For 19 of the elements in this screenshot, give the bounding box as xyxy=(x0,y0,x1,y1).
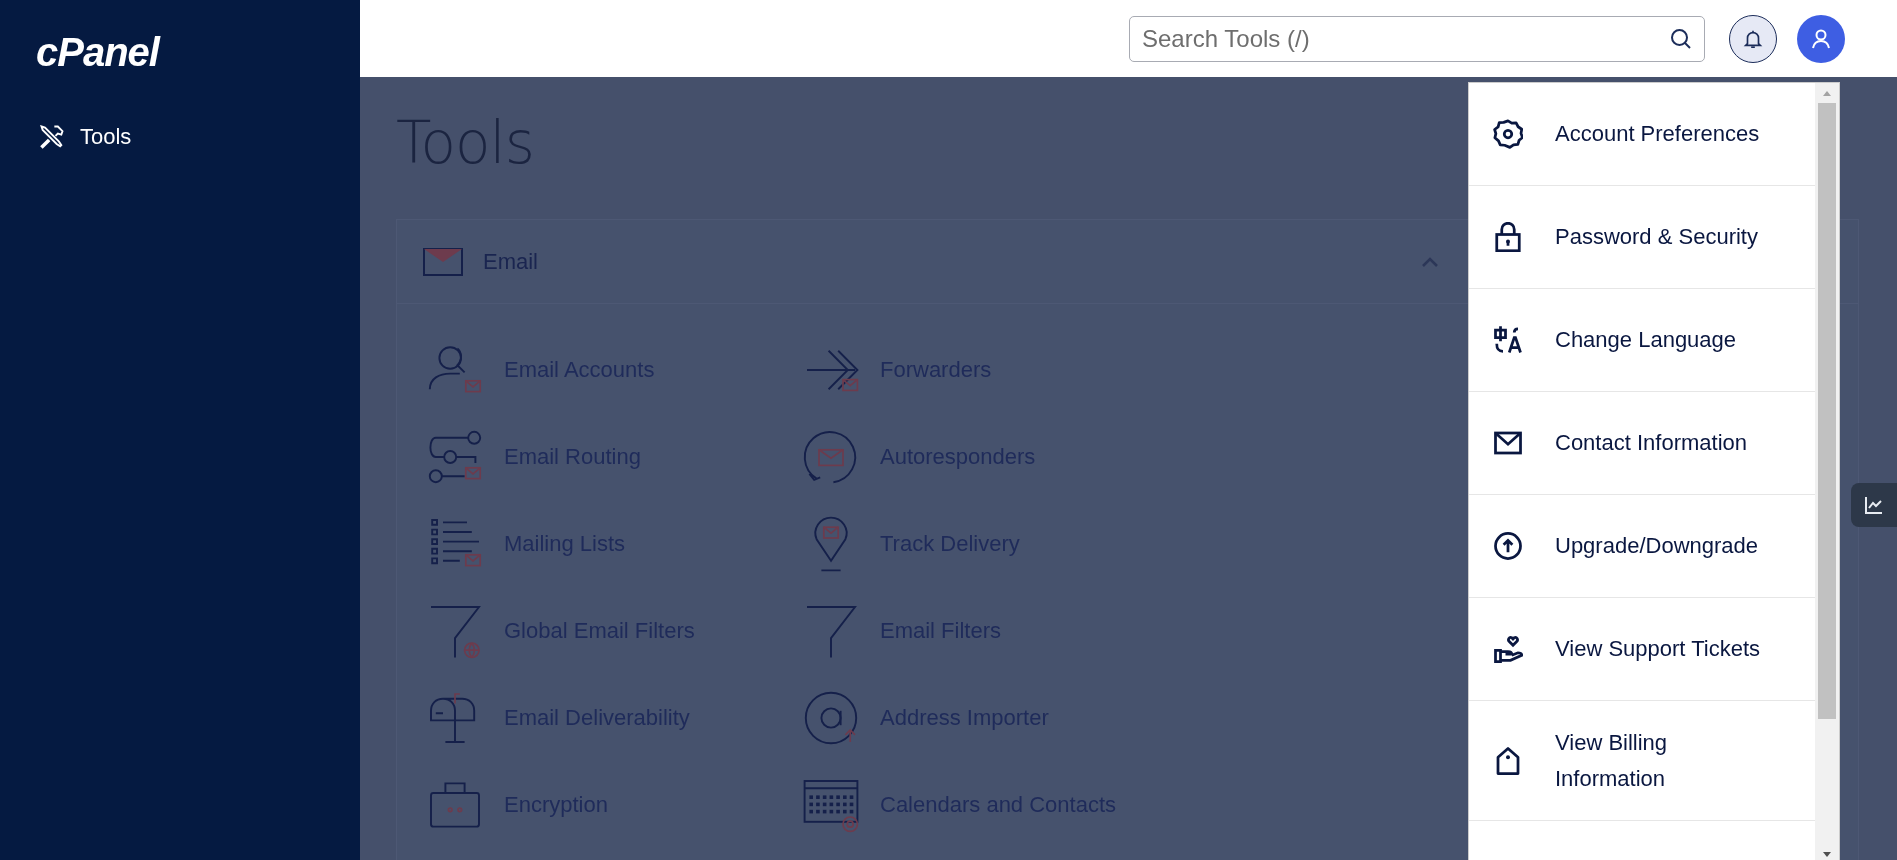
tools-icon xyxy=(38,123,66,151)
scroll-down-icon xyxy=(1822,851,1832,859)
arrow-up-circle-icon xyxy=(1493,531,1523,561)
cpanel-logo: cPanel xyxy=(36,30,159,75)
scroll-up-icon xyxy=(1822,89,1832,97)
gear-icon xyxy=(1493,119,1523,149)
search-icon xyxy=(1669,26,1693,51)
lock-icon xyxy=(1493,222,1523,252)
translate-icon xyxy=(1493,325,1523,355)
notifications-button[interactable] xyxy=(1729,14,1777,63)
scrollbar[interactable] xyxy=(1815,83,1839,860)
scrollbar-thumb[interactable] xyxy=(1818,103,1836,719)
envelope-icon xyxy=(423,247,463,276)
stats-tab-button[interactable] xyxy=(1851,483,1897,527)
chart-icon xyxy=(1864,495,1884,515)
search-field[interactable]: Search Tools (/) xyxy=(1129,15,1705,62)
sidebar-item[interactable]: Tools xyxy=(38,119,132,155)
hand-heart-icon xyxy=(1493,634,1523,664)
user-avatar-button[interactable] xyxy=(1797,14,1845,63)
